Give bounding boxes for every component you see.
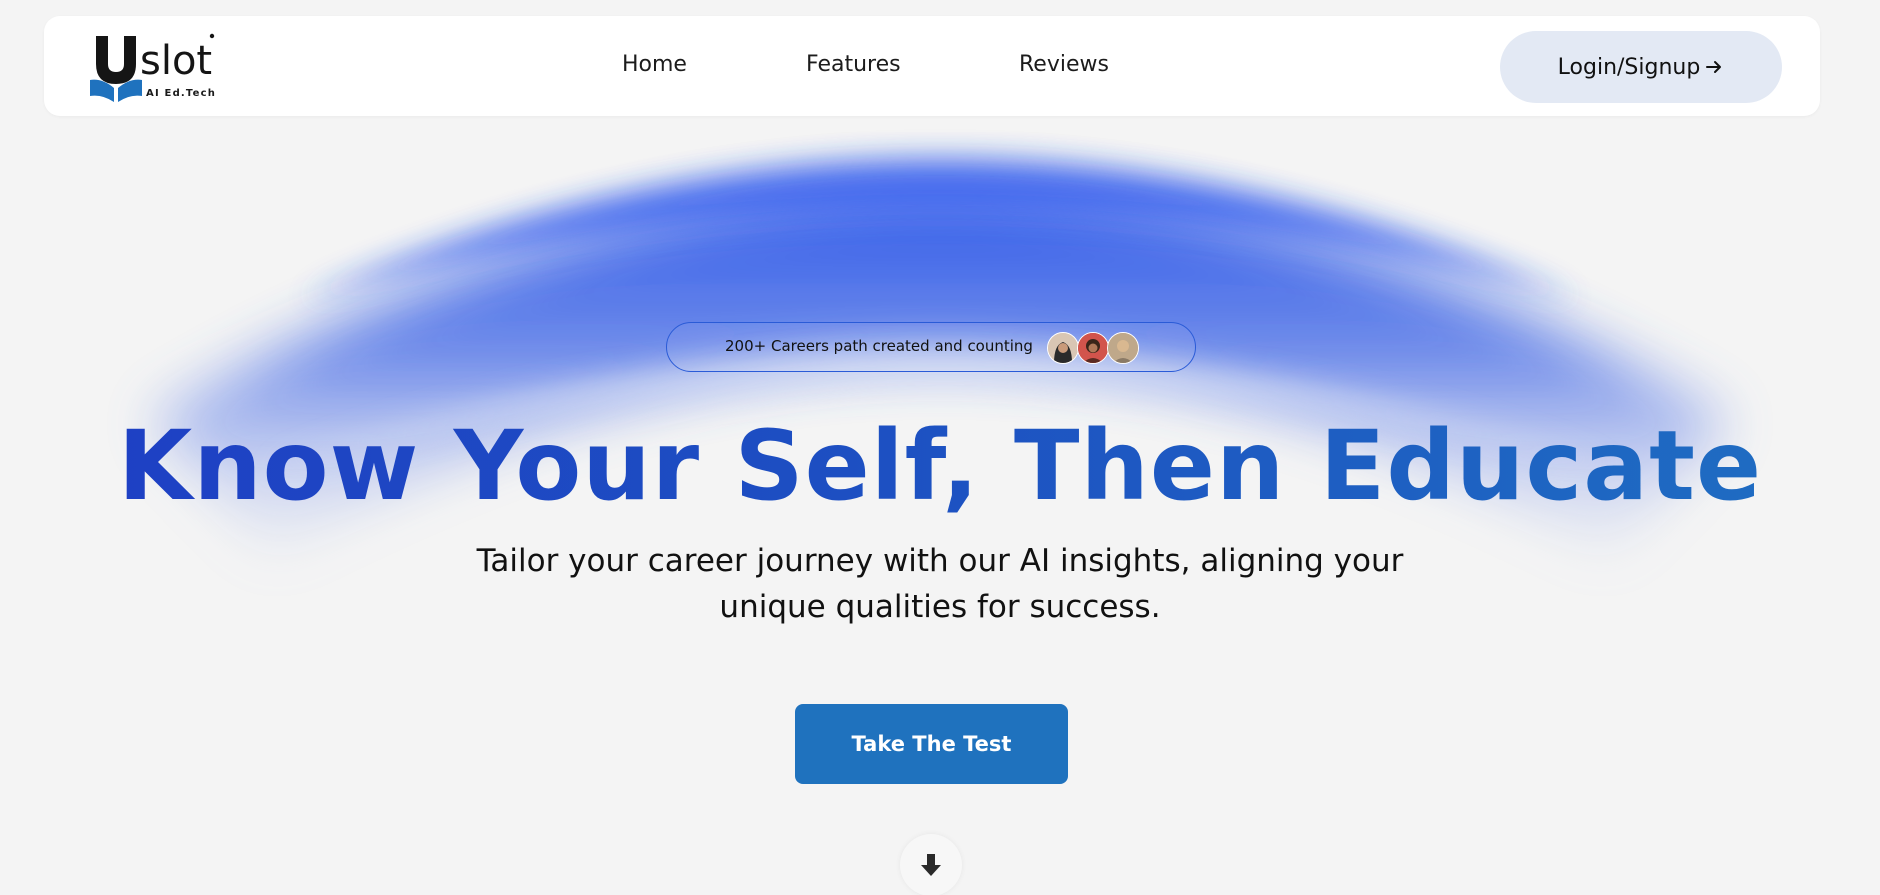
hero-subtitle-line-1: Tailor your career journey with our AI i… bbox=[476, 543, 1404, 579]
top-navbar: slot AI Ed.Tech Home Features Reviews Lo… bbox=[44, 16, 1820, 116]
careers-count-badge: 200+ Careers path created and counting bbox=[666, 322, 1196, 372]
arrow-right-icon bbox=[1706, 61, 1722, 73]
avatar bbox=[1107, 332, 1139, 364]
careers-count-text: 200+ Careers path created and counting bbox=[725, 337, 1033, 355]
arrow-down-icon bbox=[921, 854, 941, 876]
nav-reviews[interactable]: Reviews bbox=[1019, 52, 1109, 77]
avatar bbox=[1077, 332, 1109, 364]
hero-subtitle-line-2: unique qualities for success. bbox=[719, 589, 1161, 625]
avatar bbox=[1047, 332, 1079, 364]
hero-subtitle: Tailor your career journey with our AI i… bbox=[440, 538, 1440, 630]
landing-page: slot AI Ed.Tech Home Features Reviews Lo… bbox=[0, 0, 1880, 895]
scroll-down-button[interactable] bbox=[900, 834, 962, 895]
login-signup-button[interactable]: Login/Signup bbox=[1500, 31, 1782, 103]
login-signup-label: Login/Signup bbox=[1557, 54, 1701, 80]
nav-features[interactable]: Features bbox=[806, 52, 901, 77]
take-the-test-button[interactable]: Take The Test bbox=[795, 704, 1068, 784]
nav-home[interactable]: Home bbox=[622, 52, 687, 77]
hero-headline: Know Your Self, Then Educate bbox=[0, 410, 1880, 522]
